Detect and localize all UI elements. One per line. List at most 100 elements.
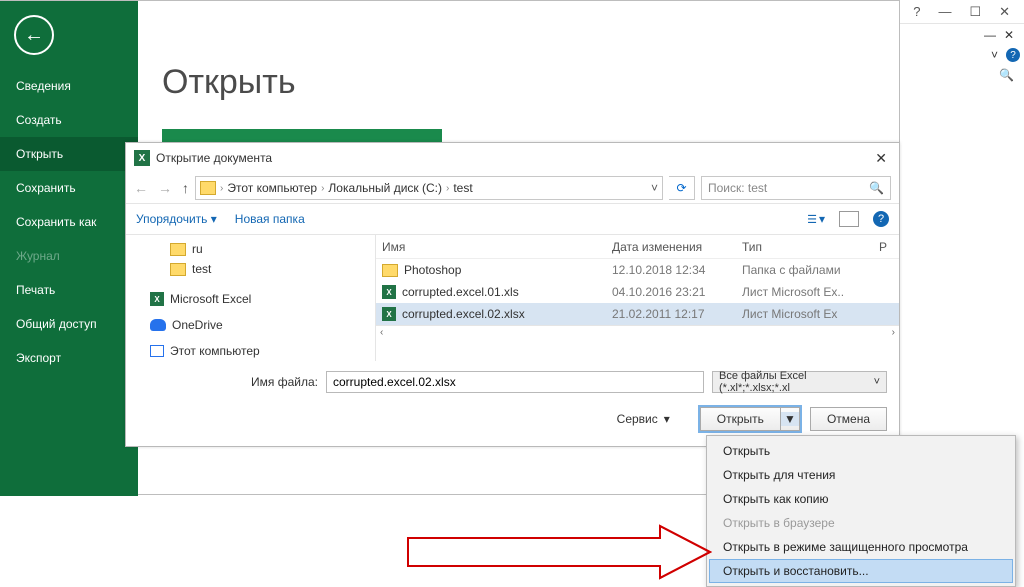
tree-item-label: ru xyxy=(192,242,203,256)
annotation-arrow xyxy=(400,524,720,580)
pc-icon xyxy=(150,345,164,357)
menu-item: Открыть в браузере xyxy=(709,511,1013,535)
tree-item-label: test xyxy=(192,262,211,276)
column-headers[interactable]: Имя Дата изменения Тип Р xyxy=(376,235,899,259)
breadcrumb[interactable]: Локальный диск (C:) xyxy=(328,181,442,195)
sidebar-item[interactable]: Сохранить как xyxy=(0,205,138,239)
open-dropdown-caret[interactable]: ▼ xyxy=(781,412,799,426)
tree-item-label: Microsoft Excel xyxy=(170,292,251,306)
maximize-icon[interactable]: ☐ xyxy=(969,4,981,20)
file-date: 21.02.2011 12:17 xyxy=(612,307,742,321)
folder-icon xyxy=(170,263,186,276)
view-list-icon[interactable]: ☰▾ xyxy=(807,212,825,226)
file-date: 12.10.2018 12:34 xyxy=(612,263,742,277)
sec-close-icon[interactable]: ✕ xyxy=(1004,28,1020,42)
organize-menu[interactable]: Упорядочить ▾ xyxy=(136,212,217,226)
file-name: corrupted.excel.02.xlsx xyxy=(402,307,525,321)
file-name: corrupted.excel.01.xls xyxy=(402,285,519,299)
file-filter[interactable]: Все файлы Excel (*.xl*;*.xlsx;*.xl˅ xyxy=(712,371,887,393)
chevron-right-icon: › xyxy=(446,183,449,194)
excel-icon: X xyxy=(150,292,164,306)
file-list: Имя Дата изменения Тип Р Photoshop 12.10.… xyxy=(376,235,899,361)
sidebar-item[interactable]: Печать xyxy=(0,273,138,307)
chevron-down-icon: ˅ xyxy=(874,376,880,388)
sidebar-item[interactable]: Экспорт xyxy=(0,341,138,375)
nav-fwd-icon: → xyxy=(158,180,172,196)
tree-item[interactable]: ru xyxy=(164,239,375,259)
sidebar-item[interactable]: Создать xyxy=(0,103,138,137)
open-file-dialog: X Открытие документа ✕ ← → ↑ › Этот комп… xyxy=(125,142,900,447)
sec-minimize-icon[interactable]: — xyxy=(984,28,996,42)
excel-file-icon: X xyxy=(382,307,396,321)
col-name[interactable]: Имя xyxy=(382,240,612,254)
excel-icon: X xyxy=(134,150,150,166)
filename-label: Имя файла: xyxy=(138,375,318,389)
sidebar-item[interactable]: Сохранить xyxy=(0,171,138,205)
menu-item[interactable]: Открыть xyxy=(709,439,1013,463)
folder-tree[interactable]: ru test X Microsoft Excel OneDrive Этот компь… xyxy=(126,235,376,361)
open-button[interactable]: Открыть xyxy=(701,408,781,430)
col-date[interactable]: Дата изменения xyxy=(612,240,742,254)
refresh-button[interactable]: ⟳ xyxy=(669,176,695,200)
search-input[interactable]: Поиск: test 🔍 xyxy=(701,176,891,200)
caret-down-icon: ▾ xyxy=(664,412,670,426)
close-icon[interactable]: ✕ xyxy=(999,4,1010,20)
tree-item-label: OneDrive xyxy=(172,318,223,332)
open-split-button[interactable]: Открыть ▼ xyxy=(700,407,800,431)
folder-icon xyxy=(382,264,398,277)
caret-down-icon: ▾ xyxy=(819,212,825,226)
folder-icon xyxy=(170,243,186,256)
col-type[interactable]: Тип xyxy=(742,240,879,254)
menu-item[interactable]: Открыть для чтения xyxy=(709,463,1013,487)
chevron-down-icon[interactable]: ˅ xyxy=(651,181,658,195)
page-title: Открыть xyxy=(162,63,296,102)
col-end[interactable]: Р xyxy=(879,240,899,254)
h-scrollbar[interactable]: ‹› xyxy=(376,325,899,339)
address-bar[interactable]: › Этот компьютер › Локальный диск (C:) ›… xyxy=(195,176,663,200)
minimize-icon[interactable]: — xyxy=(938,4,951,20)
menu-item[interactable]: Открыть как копию xyxy=(709,487,1013,511)
search-placeholder: Поиск: test xyxy=(708,181,767,195)
sidebar-item[interactable]: Общий доступ xyxy=(0,307,138,341)
tree-item[interactable]: OneDrive xyxy=(144,315,375,335)
file-name: Photoshop xyxy=(404,263,461,277)
file-row[interactable]: Photoshop12.10.2018 12:34Папка с файлами xyxy=(376,259,899,281)
tree-item-label: Этот компьютер xyxy=(170,344,260,358)
file-row[interactable]: Xcorrupted.excel.01.xls04.10.2016 23:21Л… xyxy=(376,281,899,303)
sidebar-item[interactable]: Журнал xyxy=(0,239,138,273)
help-circle-icon[interactable]: ? xyxy=(1006,48,1020,62)
search-icon[interactable]: 🔍 xyxy=(999,68,1020,82)
menu-item[interactable]: Открыть в режиме защищенного просмотра xyxy=(709,535,1013,559)
nav-back-icon[interactable]: ← xyxy=(134,180,148,196)
help-icon[interactable]: ? xyxy=(913,4,920,20)
breadcrumb[interactable]: Этот компьютер xyxy=(227,181,317,195)
back-button[interactable]: ← xyxy=(14,15,54,55)
nav-up-icon[interactable]: ↑ xyxy=(182,180,189,196)
cloud-icon xyxy=(150,319,166,331)
file-date: 04.10.2016 23:21 xyxy=(612,285,742,299)
new-folder-button[interactable]: Новая папка xyxy=(235,212,305,226)
file-type: Лист Microsoft Ex.. xyxy=(742,285,899,299)
file-type: Лист Microsoft Ex xyxy=(742,307,899,321)
tree-item[interactable]: X Microsoft Excel xyxy=(144,289,375,309)
chevron-right-icon: › xyxy=(220,183,223,194)
menu-item[interactable]: Открыть и восстановить... xyxy=(709,559,1013,583)
backstage-sidebar: ← СведенияСоздатьОткрытьСохранитьСохрани… xyxy=(0,1,138,496)
recent-highlight xyxy=(162,129,442,143)
tree-item[interactable]: test xyxy=(164,259,375,279)
open-dropdown-menu: ОткрытьОткрыть для чтенияОткрыть как коп… xyxy=(706,435,1016,587)
help-icon[interactable]: ? xyxy=(873,211,889,227)
file-row[interactable]: Xcorrupted.excel.02.xlsx 21.02.2011 12:17… xyxy=(376,303,899,325)
folder-icon xyxy=(200,181,216,195)
dialog-close-icon[interactable]: ✕ xyxy=(871,150,891,167)
breadcrumb[interactable]: test xyxy=(453,181,472,195)
preview-pane-icon[interactable] xyxy=(839,211,859,227)
cancel-button[interactable]: Отмена xyxy=(810,407,887,431)
chevron-down-icon[interactable]: ˅ xyxy=(991,48,998,62)
dialog-title: Открытие документа xyxy=(156,151,272,165)
sidebar-item[interactable]: Открыть xyxy=(0,137,138,171)
sidebar-item[interactable]: Сведения xyxy=(0,69,138,103)
filename-input[interactable] xyxy=(326,371,704,393)
tree-item[interactable]: Этот компьютер xyxy=(144,341,375,361)
service-menu[interactable]: Сервис▾ xyxy=(617,412,670,426)
